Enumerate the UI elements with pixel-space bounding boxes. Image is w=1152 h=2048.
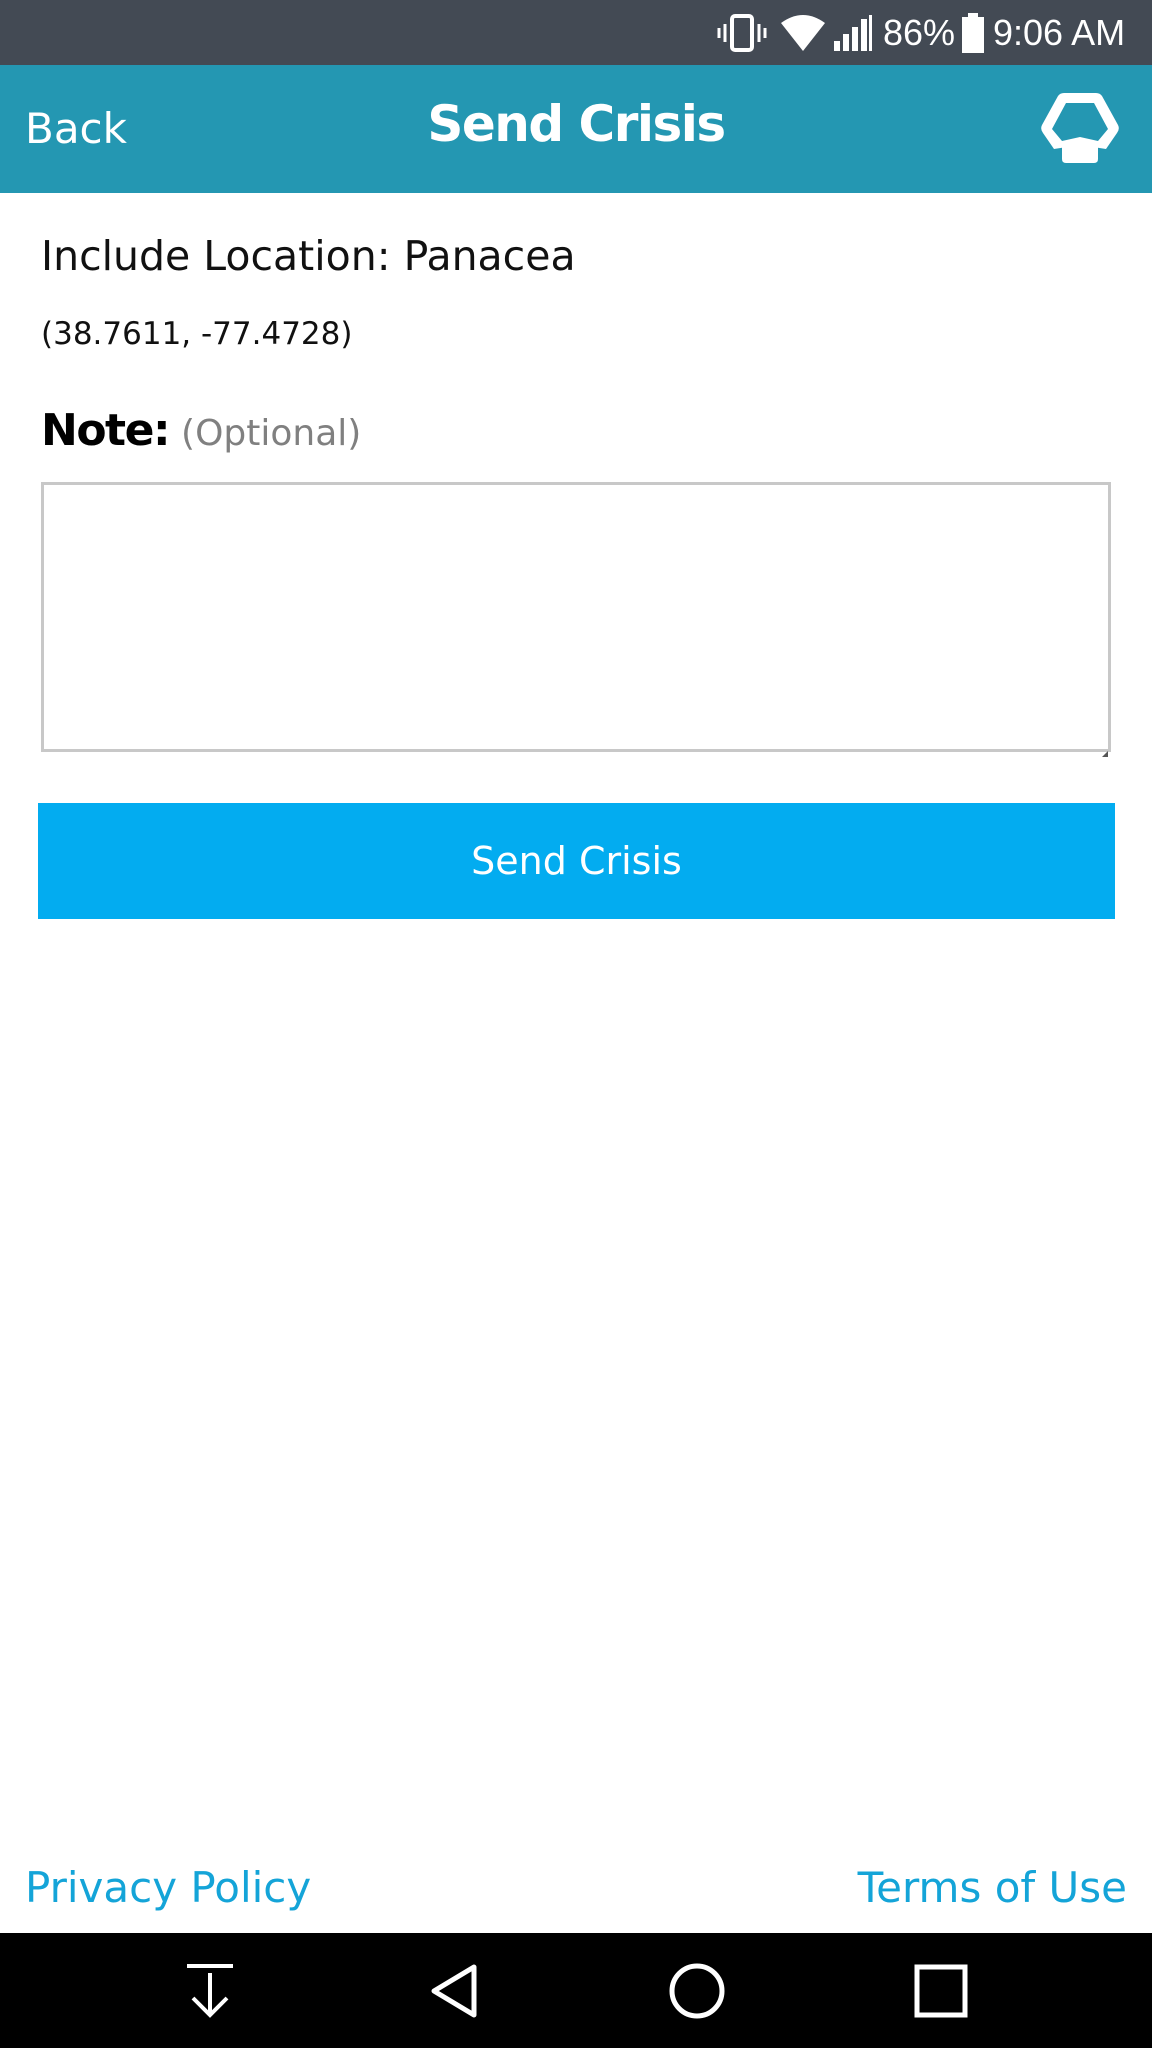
app-header: Back Send Crisis: [0, 65, 1152, 193]
terms-of-use-link[interactable]: Terms of Use: [858, 1863, 1127, 1912]
battery-icon: [958, 0, 988, 65]
note-label-row: Note: (Optional): [41, 405, 361, 456]
note-textarea[interactable]: [41, 482, 1111, 752]
location-line: Include Location: Panacea: [41, 232, 576, 280]
status-bar: 86% 9:06 AM: [0, 0, 1152, 65]
recents-square-icon[interactable]: [871, 1933, 1011, 2048]
signal-icon: [832, 0, 874, 65]
location-label: Include Location:: [41, 232, 391, 280]
note-colon: :: [152, 405, 171, 456]
resize-grip-icon[interactable]: [1102, 742, 1108, 757]
location-coordinates: (38.7611, -77.4728): [41, 316, 353, 352]
privacy-policy-link[interactable]: Privacy Policy: [25, 1863, 311, 1912]
app-logo-icon[interactable]: [1038, 87, 1122, 171]
battery-percent: 86%: [883, 12, 956, 53]
note-label: Note: [41, 405, 154, 456]
vibrate-icon: [716, 0, 768, 65]
wifi-icon: [778, 0, 828, 65]
home-circle-icon[interactable]: [627, 1933, 767, 2048]
back-triangle-icon[interactable]: [384, 1933, 524, 2048]
navigation-bar: [0, 1933, 1152, 2048]
page-title: Send Crisis: [427, 95, 726, 153]
location-name: Panacea: [403, 232, 576, 280]
status-time: 9:06 AM: [993, 12, 1126, 53]
note-optional-hint: (Optional): [181, 413, 362, 454]
send-crisis-button[interactable]: Send Crisis: [38, 803, 1115, 919]
notification-drawer-icon[interactable]: [140, 1933, 280, 2048]
send-crisis-screen: 86% 9:06 AM Back Send Crisis Include Loc…: [0, 0, 1152, 2048]
